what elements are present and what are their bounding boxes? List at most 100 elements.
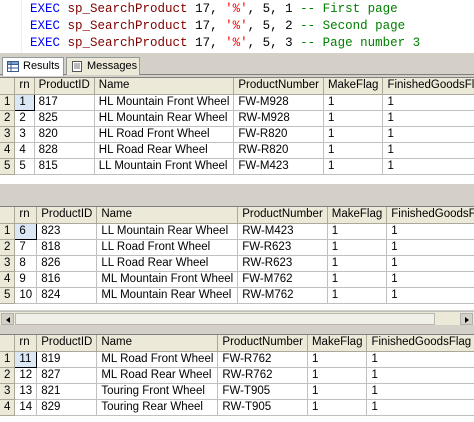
table-cell[interactable]: FW-R762 — [217, 351, 308, 368]
table-cell[interactable]: RW-T905 — [217, 399, 308, 416]
table-row[interactable]: 2 7 818 LL Road Front Wheel FW-R623 1 1 — [0, 239, 474, 256]
table-cell[interactable]: 817 — [34, 94, 95, 111]
column-header-name[interactable]: Name — [94, 78, 235, 95]
table-cell[interactable]: 11 — [14, 350, 38, 368]
table-cell[interactable]: 826 — [36, 255, 98, 272]
table-cell[interactable]: 1 — [327, 271, 388, 288]
table-cell[interactable]: 2 — [14, 110, 35, 127]
table-cell[interactable]: 1 — [382, 110, 474, 127]
table-cell[interactable]: HL Road Rear Wheel — [94, 142, 235, 159]
table-row[interactable]: 3 13 821 Touring Front Wheel FW-T905 1 1 — [0, 383, 474, 400]
table-row[interactable]: 3 3 820 HL Road Front Wheel FW-R820 1 1 — [0, 126, 474, 143]
table-cell[interactable]: HL Mountain Rear Wheel — [94, 110, 235, 127]
table-cell[interactable]: 1 — [323, 126, 384, 143]
table-cell[interactable]: 12 — [14, 367, 38, 384]
table-cell[interactable]: 9 — [14, 271, 38, 288]
table-cell[interactable]: 1 — [386, 239, 474, 256]
row-header[interactable]: 3 — [0, 255, 16, 272]
table-cell[interactable]: 1 — [307, 351, 368, 368]
scrollbar-thumb[interactable] — [15, 313, 435, 325]
table-cell[interactable]: FW-M928 — [233, 94, 324, 111]
table-cell[interactable]: 3 — [14, 126, 35, 143]
table-cell[interactable]: ML Road Rear Wheel — [96, 367, 219, 384]
table-cell[interactable]: RW-R820 — [233, 142, 324, 159]
result-grid-3[interactable]: rn ProductID Name ProductNumber MakeFlag… — [0, 334, 474, 422]
table-cell[interactable]: ML Mountain Rear Wheel — [96, 287, 239, 304]
table-cell[interactable]: 1 — [307, 367, 368, 384]
table-cell[interactable]: 821 — [36, 383, 98, 400]
row-header[interactable]: 4 — [0, 399, 16, 416]
table-cell[interactable]: RW-M423 — [237, 223, 328, 240]
column-header-finishedgoodsflag[interactable]: FinishedGoodsFlag — [386, 207, 474, 224]
row-header[interactable]: 4 — [0, 142, 16, 159]
table-cell[interactable]: 1 — [327, 223, 388, 240]
table-cell[interactable]: 5 — [14, 158, 35, 175]
table-cell[interactable]: FW-M423 — [233, 158, 324, 175]
table-row[interactable]: 4 4 828 HL Road Rear Wheel RW-R820 1 1 — [0, 142, 474, 159]
column-header-productid[interactable]: ProductID — [36, 207, 98, 224]
result-grid-2[interactable]: rn ProductID Name ProductNumber MakeFlag… — [0, 206, 474, 310]
row-header[interactable]: 1 — [0, 94, 16, 111]
row-header[interactable]: 5 — [0, 158, 16, 175]
horizontal-scrollbar[interactable] — [0, 311, 474, 325]
column-header-finishedgoodsflag[interactable]: FinishedGoodsFlag — [382, 78, 474, 95]
table-cell[interactable]: HL Road Front Wheel — [94, 126, 235, 143]
query-editor[interactable]: EXEC sp_SearchProduct 17, '%', 5, 1 -- F… — [0, 0, 474, 53]
table-cell[interactable]: 7 — [14, 239, 38, 256]
row-header[interactable]: 2 — [0, 367, 16, 384]
row-header[interactable]: 2 — [0, 110, 16, 127]
table-cell[interactable]: 1 — [366, 367, 474, 384]
column-header-productnumber[interactable]: ProductNumber — [233, 78, 324, 95]
tab-results[interactable]: Results — [2, 57, 64, 76]
code-line[interactable]: EXEC sp_SearchProduct 17, '%', 5, 3 -- P… — [30, 35, 420, 52]
table-cell[interactable]: 825 — [34, 110, 95, 127]
corner-cell[interactable] — [0, 335, 16, 352]
corner-cell[interactable] — [0, 78, 16, 95]
row-header[interactable]: 1 — [0, 351, 16, 368]
table-cell[interactable]: 1 — [307, 399, 368, 416]
table-row[interactable]: 3 8 826 LL Road Rear Wheel RW-R623 1 1 — [0, 255, 474, 272]
table-row[interactable]: 4 9 816 ML Mountain Front Wheel FW-M762 … — [0, 271, 474, 288]
result-grid-1[interactable]: rn ProductID Name ProductNumber MakeFlag… — [0, 77, 474, 184]
table-row[interactable]: 5 10 824 ML Mountain Rear Wheel RW-M762 … — [0, 287, 474, 304]
table-row[interactable]: 2 12 827 ML Road Rear Wheel RW-R762 1 1 — [0, 367, 474, 384]
table-cell[interactable]: 1 — [382, 94, 474, 111]
table-cell[interactable]: 14 — [14, 399, 38, 416]
table-cell[interactable]: 1 — [366, 399, 474, 416]
table-cell[interactable]: ML Road Front Wheel — [96, 351, 219, 368]
table-cell[interactable]: 823 — [36, 223, 98, 240]
table-cell[interactable]: 816 — [36, 271, 98, 288]
scroll-right-icon[interactable] — [460, 313, 473, 325]
column-header-productnumber[interactable]: ProductNumber — [237, 207, 328, 224]
table-cell[interactable]: RW-R762 — [217, 367, 308, 384]
table-cell[interactable]: 1 — [14, 93, 35, 111]
table-row[interactable]: 1 1 817 HL Mountain Front Wheel FW-M928 … — [0, 93, 474, 111]
row-header[interactable]: 3 — [0, 383, 16, 400]
table-cell[interactable]: RW-M762 — [237, 287, 328, 304]
table-cell[interactable]: HL Mountain Front Wheel — [94, 94, 235, 111]
table-cell[interactable]: 1 — [382, 142, 474, 159]
table-cell[interactable]: Touring Front Wheel — [96, 383, 219, 400]
table-cell[interactable]: FW-M762 — [237, 271, 328, 288]
table-cell[interactable]: 4 — [14, 142, 35, 159]
table-cell[interactable]: 1 — [307, 383, 368, 400]
table-cell[interactable]: RW-M928 — [233, 110, 324, 127]
column-header-finishedgoodsflag[interactable]: FinishedGoodsFlag — [366, 335, 474, 352]
table-cell[interactable]: Touring Rear Wheel — [96, 399, 219, 416]
table-cell[interactable]: 1 — [323, 142, 384, 159]
table-cell[interactable]: 1 — [386, 271, 474, 288]
table-cell[interactable]: 1 — [366, 383, 474, 400]
table-row[interactable]: 2 2 825 HL Mountain Rear Wheel RW-M928 1… — [0, 110, 474, 127]
table-cell[interactable]: RW-R623 — [237, 255, 328, 272]
column-header-productid[interactable]: ProductID — [36, 335, 98, 352]
column-header-makeflag[interactable]: MakeFlag — [307, 335, 368, 352]
table-cell[interactable]: ML Mountain Front Wheel — [96, 271, 239, 288]
corner-cell[interactable] — [0, 207, 16, 224]
table-row[interactable]: 5 5 815 LL Mountain Front Wheel FW-M423 … — [0, 158, 474, 175]
table-cell[interactable]: 1 — [323, 158, 384, 175]
tab-messages[interactable]: Messages — [66, 57, 140, 75]
table-cell[interactable]: 824 — [36, 287, 98, 304]
row-header[interactable]: 3 — [0, 126, 16, 143]
table-cell[interactable]: 6 — [14, 222, 38, 240]
column-header-productnumber[interactable]: ProductNumber — [217, 335, 308, 352]
